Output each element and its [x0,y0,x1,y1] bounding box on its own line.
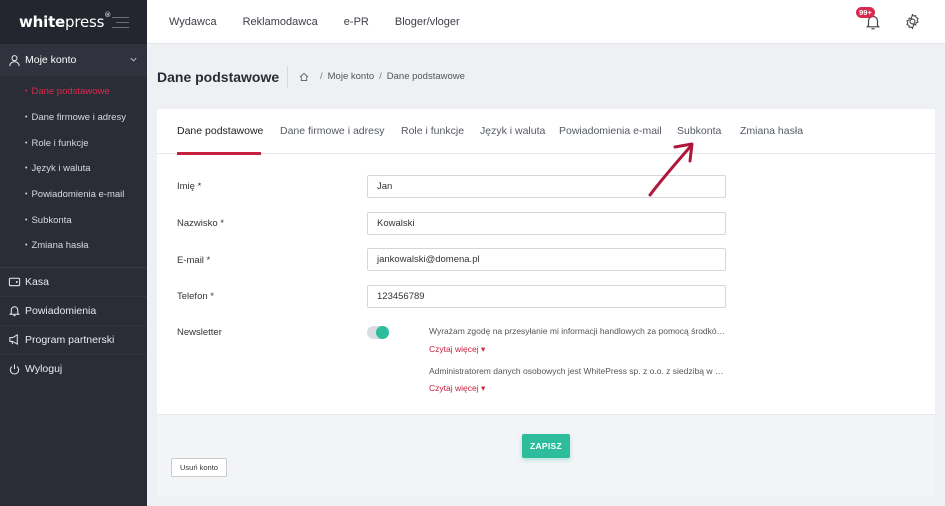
notifications-badge: 99+ [856,7,875,18]
sidebar-subitem-zmiana-hasla[interactable]: Zmiana hasła [0,233,147,259]
first-name-label: Imię * [177,181,202,192]
sidebar-item-kasa[interactable]: Kasa [0,268,147,297]
phone-label: Telefon * [177,291,214,302]
form-footer: ZAPISZ Usuń konto [157,414,935,496]
sidebar-subitem-dane-podstawowe[interactable]: Dane podstawowe [0,79,147,105]
sidebar-section-account: Moje konto Dane podstawowe Dane firmowe … [0,44,147,268]
wallet-icon [8,275,21,288]
gdpr-info-text: Administratorem danych osobowych jest Wh… [429,366,727,376]
sidebar-item-label: Kasa [25,275,49,288]
topnav-reklamodawca[interactable]: Reklamodawca [243,16,318,28]
tab-zmiana-hasla[interactable]: Zmiana hasła [740,125,803,137]
sidebar-sub-list: Dane podstawowe Dane firmowe i adresy Ro… [0,76,147,267]
sidebar-subitem-powiadomienia-email[interactable]: Powiadomienia e-mail [0,182,147,208]
page-header: Dane podstawowe / Moje konto / Dane pods… [147,44,945,109]
form-card: Dane podstawowe Dane firmowe i adresy Ro… [157,109,935,496]
topnav-wydawca[interactable]: Wydawca [169,16,217,28]
topnav-bloger-vloger[interactable]: Bloger/vloger [395,16,460,28]
tab-dane-podstawowe[interactable]: Dane podstawowe [177,125,263,137]
logo[interactable]: whitepress® [19,11,111,31]
sidebar-item-label: Wyloguj [25,363,63,376]
sidebar-item-wyloguj[interactable]: Wyloguj [0,355,147,384]
sidebar-item-label: Moje konto [25,54,77,66]
save-button[interactable]: ZAPISZ [522,434,570,458]
sidebar-subitem-subkonta[interactable]: Subkonta [0,207,147,233]
sidebar-item-label: Powiadomienia [25,304,97,317]
newsletter-toggle[interactable] [367,326,389,339]
newsletter-label: Newsletter [177,327,222,338]
sidebar-subitem-jezyk[interactable]: Język i waluta [0,156,147,182]
menu-toggle-icon[interactable] [112,17,129,28]
email-label: E-mail * [177,255,211,266]
logo-bar: whitepress® [0,0,147,44]
top-nav: Wydawca Reklamodawca e-PR Bloger/vloger [169,0,486,44]
sidebar-subitem-role[interactable]: Role i funkcje [0,130,147,156]
user-icon [8,54,21,67]
sidebar: whitepress® Moje konto Dane podstawowe D… [0,0,147,506]
breadcrumb-moje-konto[interactable]: Moje konto [328,71,374,82]
tab-dane-firmowe[interactable]: Dane firmowe i adresy [280,125,384,137]
megaphone-icon [8,333,21,346]
sidebar-item-program-partnerski[interactable]: Program partnerski [0,326,147,355]
last-name-input[interactable]: Kowalski [367,212,726,235]
page-title: Dane podstawowe [157,69,280,85]
chevron-down-icon [129,55,138,64]
breadcrumb: / Moje konto / Dane podstawowe [299,71,465,82]
home-icon[interactable] [299,72,309,82]
top-bar: Wydawca Reklamodawca e-PR Bloger/vloger … [147,0,945,44]
bell-icon [8,304,21,317]
tab-bar: Dane podstawowe Dane firmowe i adresy Ro… [157,109,935,155]
breadcrumb-current: Dane podstawowe [386,71,465,82]
tab-role-i-funkcje[interactable]: Role i funkcje [401,125,464,137]
power-icon [8,363,21,376]
topnav-e-pr[interactable]: e-PR [344,16,369,28]
last-name-label: Nazwisko * [177,218,224,229]
toggle-knob [376,326,389,339]
header-divider [287,66,288,88]
newsletter-consent-text: Wyrażam zgodę na przesyłanie mi informac… [429,326,727,336]
read-more-link-1[interactable]: Czytaj więcej ▾ [429,344,485,355]
active-tab-indicator [177,152,261,155]
phone-input[interactable]: 123456789 [367,285,726,308]
sidebar-item-account[interactable]: Moje konto [0,44,147,76]
gear-icon[interactable] [904,13,921,30]
sidebar-subitem-dane-firmowe[interactable]: Dane firmowe i adresy [0,105,147,131]
tab-jezyk-i-waluta[interactable]: Język i waluta [480,125,545,137]
annotation-arrow-icon [640,135,702,201]
delete-account-button[interactable]: Usuń konto [171,458,227,477]
read-more-link-2[interactable]: Czytaj więcej ▾ [429,383,485,394]
sidebar-item-powiadomienia[interactable]: Powiadomienia [0,297,147,326]
email-input[interactable]: jankowalski@domena.pl [367,248,726,271]
sidebar-item-label: Program partnerski [25,333,115,346]
